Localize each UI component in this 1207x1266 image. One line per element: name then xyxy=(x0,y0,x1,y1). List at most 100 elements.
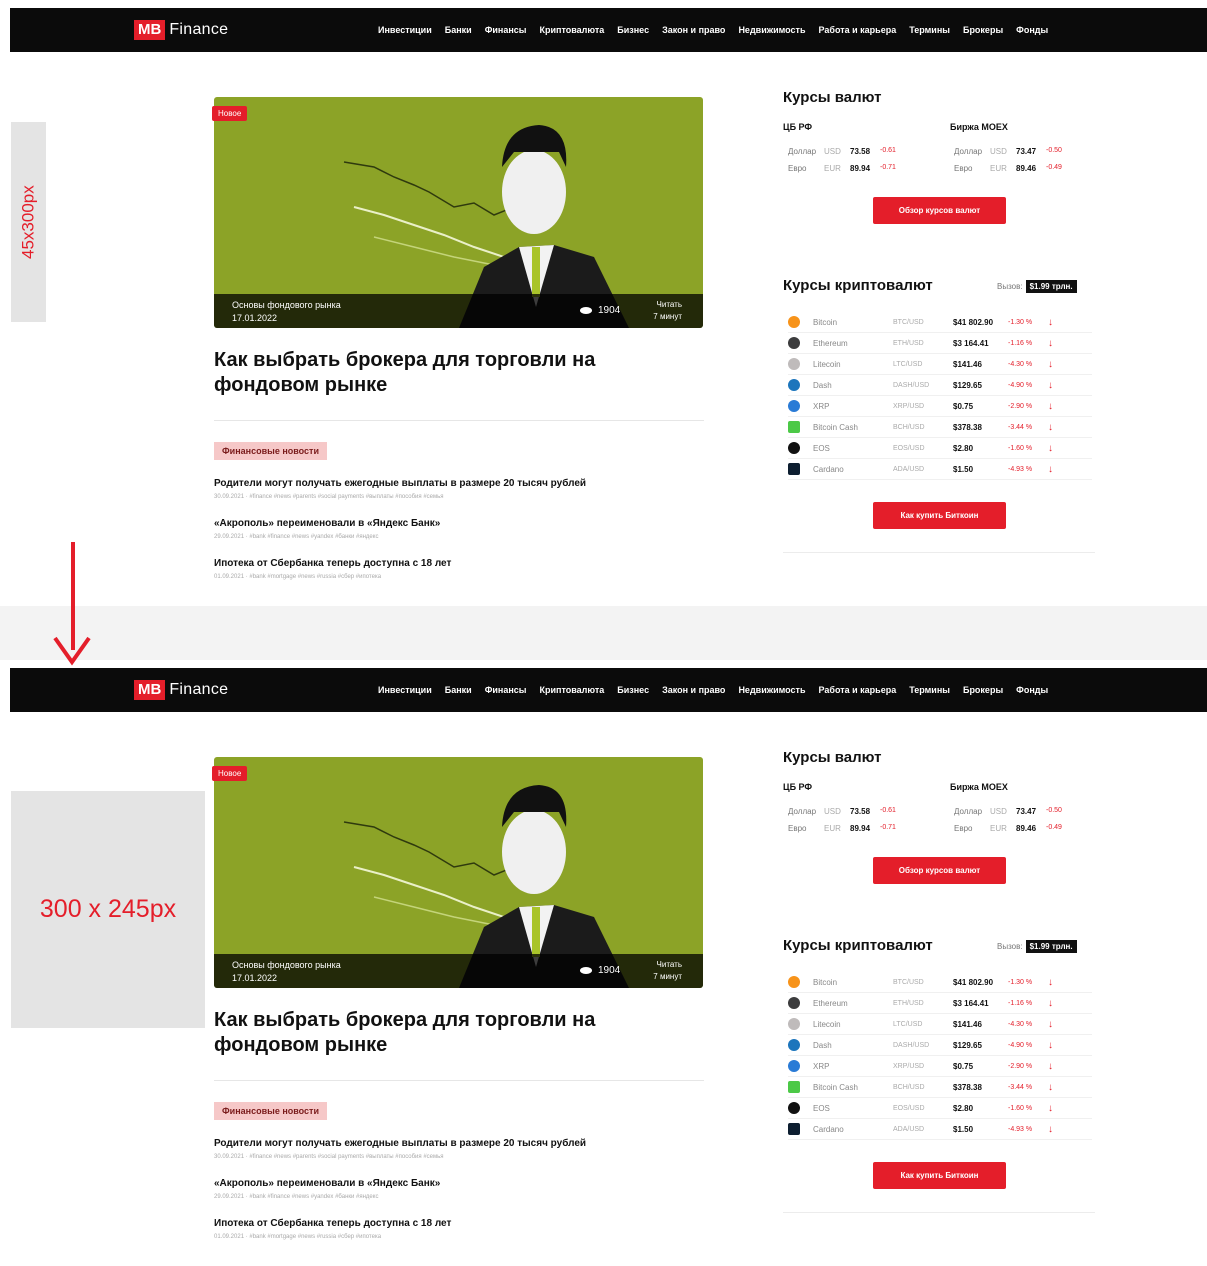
fx-title: Курсы валют xyxy=(783,89,882,106)
crypto-change: -4.30 % xyxy=(1008,1020,1033,1028)
nav-item[interactable]: Финансы xyxy=(485,685,527,695)
logo[interactable]: MB Finance xyxy=(134,20,228,40)
hero-image[interactable]: Основы фондового рынка 17.01.2022 1904 Ч… xyxy=(214,757,703,988)
crypto-table: Bitcoin BTC/USD $41 802.90 -1.30 % ↓ Ethereum… xyxy=(788,312,1092,480)
hero-footer: Основы фондового рынка 17.01.2022 1904 Ч… xyxy=(214,294,703,328)
nav-item[interactable]: Термины xyxy=(909,685,950,695)
buy-bitcoin-button[interactable]: Как купить Биткоин xyxy=(873,1162,1006,1189)
crypto-price: $41 802.90 xyxy=(953,977,994,987)
crypto-price: $378.38 xyxy=(953,1082,982,1092)
crypto-price: $129.65 xyxy=(953,380,982,390)
crypto-pair: BCH/USD xyxy=(893,1083,925,1091)
crypto-name: Bitcoin Cash xyxy=(813,422,858,432)
fx-row: Доллар USD 73.47 -0.50 xyxy=(954,147,1062,156)
crypto-row[interactable]: EOS EOS/USD $2.80 -1.60 % ↓ xyxy=(788,1098,1092,1119)
nav-item[interactable]: Банки xyxy=(445,685,472,695)
crypto-row[interactable]: Bitcoin Cash BCH/USD $378.38 -3.44 % ↓ xyxy=(788,1077,1092,1098)
crypto-row[interactable]: Bitcoin Cash BCH/USD $378.38 -3.44 % ↓ xyxy=(788,417,1092,438)
arrow-down-icon: ↓ xyxy=(1048,379,1053,391)
eos-icon xyxy=(788,1102,800,1114)
fx-row: Евро EUR 89.94 -0.71 xyxy=(788,164,896,173)
crypto-row[interactable]: XRP XRP/USD $0.75 -2.90 % ↓ xyxy=(788,1056,1092,1077)
navbar: MB Finance Инвестиции Банки Финансы Крип… xyxy=(10,8,1207,52)
crypto-change: -3.44 % xyxy=(1008,423,1033,431)
news-item[interactable]: «Акрополь» переименовали в «Яндекс Банк»… xyxy=(214,1178,684,1200)
nav-item[interactable]: Фонды xyxy=(1016,685,1048,695)
hero-topic[interactable]: Основы фондового рынка xyxy=(232,960,341,970)
nav-item[interactable]: Криптовалюта xyxy=(540,25,605,35)
crypto-row[interactable]: EOS EOS/USD $2.80 -1.60 % ↓ xyxy=(788,438,1092,459)
crypto-name: Ethereum xyxy=(813,338,848,348)
nav-item[interactable]: Закон и право xyxy=(662,685,725,695)
crypto-row[interactable]: Dash DASH/USD $129.65 -4.90 % ↓ xyxy=(788,1035,1092,1056)
hero-image[interactable]: Основы фондового рынка 17.01.2022 1904 Ч… xyxy=(214,97,703,328)
nav-item[interactable]: Брокеры xyxy=(963,685,1003,695)
nav-item[interactable]: Недвижимость xyxy=(738,685,805,695)
crypto-name: XRP xyxy=(813,401,830,411)
crypto-change: -1.30 % xyxy=(1008,318,1033,326)
crypto-pair: ADA/USD xyxy=(893,465,925,473)
arrow-down-icon: ↓ xyxy=(1048,316,1053,328)
logo[interactable]: MB Finance xyxy=(134,680,228,700)
crypto-name: Cardano xyxy=(813,1124,844,1134)
crypto-row[interactable]: Cardano ADA/USD $1.50 -4.93 % ↓ xyxy=(788,459,1092,480)
moex-title: Биржа MOEX xyxy=(950,122,1008,132)
nav-item[interactable]: Недвижимость xyxy=(738,25,805,35)
crypto-volume: Вызов: $1.99 трлн. xyxy=(997,280,1077,293)
arrow-down-icon: ↓ xyxy=(1048,1039,1053,1051)
news-item[interactable]: Родители могут получать ежегодные выплат… xyxy=(214,1138,684,1160)
crypto-row[interactable]: Dash DASH/USD $129.65 -4.90 % ↓ xyxy=(788,375,1092,396)
nav-menu: Инвестиции Банки Финансы Криптовалюта Би… xyxy=(378,668,1048,712)
crypto-pair: LTC/USD xyxy=(893,1020,923,1028)
crypto-row[interactable]: Litecoin LTC/USD $141.46 -4.30 % ↓ xyxy=(788,1014,1092,1035)
crypto-price: $141.46 xyxy=(953,359,982,369)
nav-item[interactable]: Работа и карьера xyxy=(819,25,897,35)
nav-item[interactable]: Бизнес xyxy=(617,685,649,695)
nav-item[interactable]: Криптовалюта xyxy=(540,685,605,695)
news-item[interactable]: Ипотека от Сбербанка теперь доступна с 1… xyxy=(214,1218,684,1240)
hero-topic[interactable]: Основы фондового рынка xyxy=(232,300,341,310)
hero-read-time: Читать 7 минут xyxy=(653,300,682,321)
fx-row: Евро EUR 89.94 -0.71 xyxy=(788,824,896,833)
ad-placeholder-wide: 300 x 245px xyxy=(11,791,205,1028)
crypto-row[interactable]: Bitcoin BTC/USD $41 802.90 -1.30 % ↓ xyxy=(788,312,1092,333)
crypto-price: $129.65 xyxy=(953,1040,982,1050)
nav-item[interactable]: Банки xyxy=(445,25,472,35)
crypto-pair: ETH/USD xyxy=(893,999,924,1007)
litecoin-icon xyxy=(788,358,800,370)
category-tag[interactable]: Финансовые новости xyxy=(214,1102,327,1120)
crypto-name: Bitcoin xyxy=(813,317,838,327)
dash-icon xyxy=(788,379,800,391)
nav-item[interactable]: Брокеры xyxy=(963,25,1003,35)
crypto-row[interactable]: Litecoin LTC/USD $141.46 -4.30 % ↓ xyxy=(788,354,1092,375)
nav-item[interactable]: Фонды xyxy=(1016,25,1048,35)
crypto-row[interactable]: Cardano ADA/USD $1.50 -4.93 % ↓ xyxy=(788,1119,1092,1140)
news-item[interactable]: «Акрополь» переименовали в «Яндекс Банк»… xyxy=(214,518,684,540)
crypto-price: $141.46 xyxy=(953,1019,982,1029)
crypto-row[interactable]: XRP XRP/USD $0.75 -2.90 % ↓ xyxy=(788,396,1092,417)
news-item[interactable]: Ипотека от Сбербанка теперь доступна с 1… xyxy=(214,558,684,580)
dash-icon xyxy=(788,1039,800,1051)
nav-item[interactable]: Бизнес xyxy=(617,25,649,35)
crypto-row[interactable]: Bitcoin BTC/USD $41 802.90 -1.30 % ↓ xyxy=(788,972,1092,993)
fx-review-button[interactable]: Обзор курсов валют xyxy=(873,197,1006,224)
crypto-row[interactable]: Ethereum ETH/USD $3 164.41 -1.16 % ↓ xyxy=(788,993,1092,1014)
article-headline[interactable]: Как выбрать брокера для торговли на фонд… xyxy=(214,1008,684,1058)
fx-review-button[interactable]: Обзор курсов валют xyxy=(873,857,1006,884)
category-tag[interactable]: Финансовые новости xyxy=(214,442,327,460)
nav-item[interactable]: Финансы xyxy=(485,25,527,35)
nav-item[interactable]: Инвестиции xyxy=(378,25,432,35)
arrow-down-icon: ↓ xyxy=(1048,421,1053,433)
nav-item[interactable]: Работа и карьера xyxy=(819,685,897,695)
crypto-name: Ethereum xyxy=(813,998,848,1008)
news-item[interactable]: Родители могут получать ежегодные выплат… xyxy=(214,478,684,500)
nav-item[interactable]: Инвестиции xyxy=(378,685,432,695)
crypto-row[interactable]: Ethereum ETH/USD $3 164.41 -1.16 % ↓ xyxy=(788,333,1092,354)
eye-icon xyxy=(580,967,592,974)
buy-bitcoin-button[interactable]: Как купить Биткоин xyxy=(873,502,1006,529)
crypto-change: -1.16 % xyxy=(1008,999,1033,1007)
article-headline[interactable]: Как выбрать брокера для торговли на фонд… xyxy=(214,348,684,398)
nav-item[interactable]: Термины xyxy=(909,25,950,35)
crypto-change: -4.90 % xyxy=(1008,381,1033,389)
nav-item[interactable]: Закон и право xyxy=(662,25,725,35)
